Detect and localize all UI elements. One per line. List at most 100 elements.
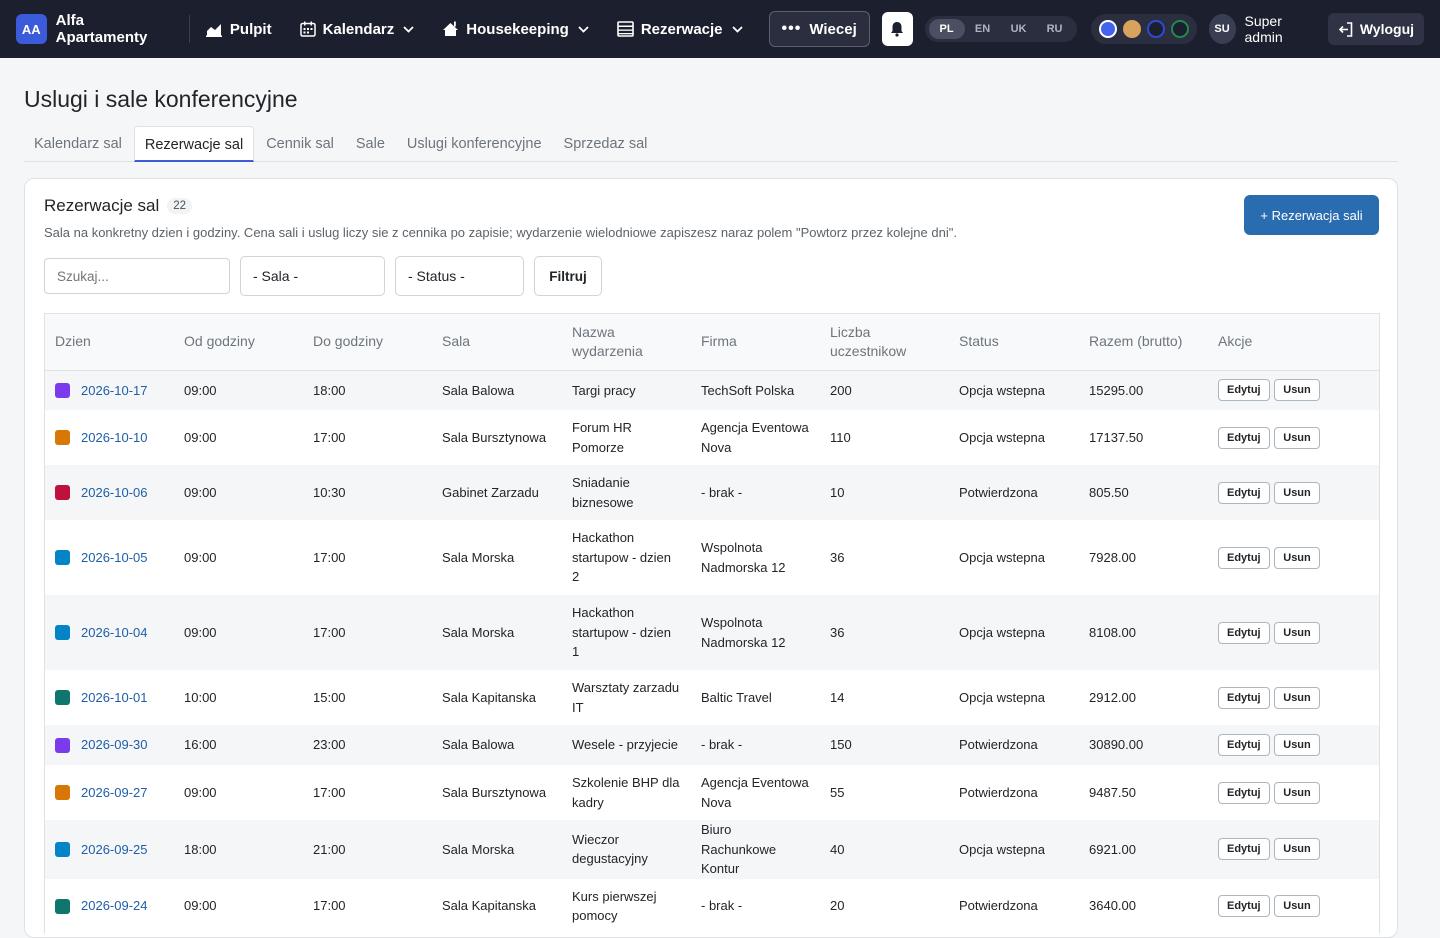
edit-button[interactable]: Edytuj xyxy=(1218,481,1270,504)
col-header-room[interactable]: Sala xyxy=(432,314,562,371)
theme-switcher xyxy=(1090,14,1197,44)
tab-sale[interactable]: Sale xyxy=(346,126,395,162)
theme-green[interactable] xyxy=(1170,20,1189,38)
tab-sprzedaz-sal[interactable]: Sprzedaz sal xyxy=(554,126,658,162)
cell-room: Sala Morska xyxy=(432,820,562,879)
col-header-company[interactable]: Firma xyxy=(691,314,820,371)
col-header-participants[interactable]: Liczba uczestnikow xyxy=(820,314,949,371)
card-title-text: Rezerwacje sal xyxy=(44,196,160,215)
notifications-button[interactable] xyxy=(881,12,913,46)
nav-item-kalendarz[interactable]: Kalendarz xyxy=(299,21,415,38)
add-room-reservation-button[interactable]: + Rezerwacja sali xyxy=(1244,195,1379,235)
day-link[interactable]: 2026-10-01 xyxy=(81,688,148,708)
delete-button[interactable]: Usun xyxy=(1274,379,1320,402)
theme-blue[interactable] xyxy=(1098,20,1117,38)
cell-total: 7928.00 xyxy=(1079,520,1208,595)
delete-button[interactable]: Usun xyxy=(1274,686,1320,709)
reservations-table: Dzien Od godziny Do godziny Sala Nazwa w… xyxy=(44,313,1380,934)
edit-button[interactable]: Edytuj xyxy=(1218,426,1270,449)
edit-button[interactable]: Edytuj xyxy=(1218,838,1270,861)
tab-kalendarz-sal[interactable]: Kalendarz sal xyxy=(24,126,132,162)
cell-to: 21:00 xyxy=(303,820,432,879)
filter-button[interactable]: Filtruj xyxy=(534,256,602,296)
lang-pl[interactable]: PL xyxy=(928,19,965,39)
cell-participants: 36 xyxy=(820,520,949,595)
day-cell: 2026-09-25 xyxy=(55,840,164,860)
room-color-swatch xyxy=(55,430,70,445)
cell-room: Sala Balowa xyxy=(432,370,562,410)
room-select[interactable]: - Sala - xyxy=(240,256,385,296)
delete-button[interactable]: Usun xyxy=(1274,481,1320,504)
user-menu[interactable]: SU Super admin xyxy=(1208,13,1316,45)
cell-total: 30890.00 xyxy=(1079,725,1208,765)
lang-en[interactable]: EN xyxy=(965,19,1001,39)
nav-item-pulpit[interactable]: Pulpit xyxy=(205,21,272,38)
edit-button[interactable]: Edytuj xyxy=(1218,621,1270,644)
cell-day: 2026-09-27 xyxy=(45,765,174,820)
delete-button[interactable]: Usun xyxy=(1274,895,1320,917)
cell-participants: 200 xyxy=(820,370,949,410)
more-button[interactable]: ••• Wiecej xyxy=(768,11,870,47)
edit-button[interactable]: Edytuj xyxy=(1218,734,1270,756)
delete-button[interactable]: Usun xyxy=(1274,734,1320,756)
nav-item-label: Rezerwacje xyxy=(640,20,723,38)
language-switcher: PL EN UK RU xyxy=(924,16,1077,42)
cell-status: Potwierdzona xyxy=(949,878,1079,934)
cell-room: Sala Kapitanska xyxy=(432,878,562,934)
day-link[interactable]: 2026-10-10 xyxy=(81,428,148,448)
cell-status: Potwierdzona xyxy=(949,765,1079,820)
day-cell: 2026-10-05 xyxy=(55,548,164,568)
cell-event: Sniadanie biznesowe xyxy=(562,465,691,520)
delete-button[interactable]: Usun xyxy=(1274,546,1320,569)
delete-button[interactable]: Usun xyxy=(1274,781,1320,804)
search-input[interactable] xyxy=(44,258,230,294)
day-link[interactable]: 2026-09-30 xyxy=(81,735,148,755)
card-description: Sala na konkretny dzien i godziny. Cena … xyxy=(44,225,957,240)
day-cell: 2026-09-24 xyxy=(55,896,164,916)
cell-participants: 36 xyxy=(820,595,949,670)
cell-room: Sala Morska xyxy=(432,595,562,670)
nav-item-rezerwacje[interactable]: Rezerwacje xyxy=(617,21,743,38)
day-link[interactable]: 2026-10-06 xyxy=(81,483,148,503)
lang-ru[interactable]: RU xyxy=(1037,19,1073,39)
col-header-event[interactable]: Nazwa wydarzenia xyxy=(562,314,691,371)
status-select[interactable]: - Status - xyxy=(395,256,524,296)
edit-button[interactable]: Edytuj xyxy=(1218,781,1270,804)
edit-button[interactable]: Edytuj xyxy=(1218,379,1270,402)
delete-button[interactable]: Usun xyxy=(1274,426,1320,449)
nav-item-housekeeping[interactable]: Housekeeping xyxy=(442,21,589,38)
brand[interactable]: AA Alfa Apartamenty xyxy=(16,12,167,46)
day-link[interactable]: 2026-10-04 xyxy=(81,623,148,643)
tab-cennik-sal[interactable]: Cennik sal xyxy=(256,126,344,162)
tab-uslugi-konferencyjne[interactable]: Uslugi konferencyjne xyxy=(397,126,552,162)
lang-uk[interactable]: UK xyxy=(1001,19,1037,39)
cell-actions: Edytuj Usun xyxy=(1208,670,1379,725)
col-header-from[interactable]: Od godziny xyxy=(174,314,303,371)
edit-button[interactable]: Edytuj xyxy=(1218,895,1270,917)
cell-event: Targi pracy xyxy=(562,370,691,410)
day-link[interactable]: 2026-10-17 xyxy=(81,381,148,401)
day-link[interactable]: 2026-10-05 xyxy=(81,548,148,568)
col-header-status[interactable]: Status xyxy=(949,314,1079,371)
edit-button[interactable]: Edytuj xyxy=(1218,686,1270,709)
col-header-total[interactable]: Razem (brutto) xyxy=(1079,314,1208,371)
day-link[interactable]: 2026-09-27 xyxy=(81,783,148,803)
col-header-day[interactable]: Dzien xyxy=(45,314,174,371)
theme-navy[interactable] xyxy=(1146,20,1165,38)
tab-rezerwacje-sal[interactable]: Rezerwacje sal xyxy=(133,126,255,162)
theme-sand[interactable] xyxy=(1122,20,1141,38)
day-link[interactable]: 2026-09-24 xyxy=(81,896,148,916)
cell-participants: 10 xyxy=(820,465,949,520)
day-link[interactable]: 2026-09-25 xyxy=(81,840,148,860)
day-cell: 2026-10-01 xyxy=(55,688,164,708)
col-header-to[interactable]: Do godziny xyxy=(303,314,432,371)
table-row: 2026-10-17 09:00 18:00 Sala Balowa Targi pra… xyxy=(45,370,1379,410)
cell-event: Szkolenie BHP dla kadry xyxy=(562,765,691,820)
delete-button[interactable]: Usun xyxy=(1274,621,1320,644)
logout-button[interactable]: Wyloguj xyxy=(1327,13,1425,45)
cell-status: Opcja wstepna xyxy=(949,595,1079,670)
delete-button[interactable]: Usun xyxy=(1274,838,1320,861)
edit-button[interactable]: Edytuj xyxy=(1218,546,1270,569)
cell-participants: 20 xyxy=(820,878,949,934)
nav-item-label: Housekeeping xyxy=(466,20,569,38)
